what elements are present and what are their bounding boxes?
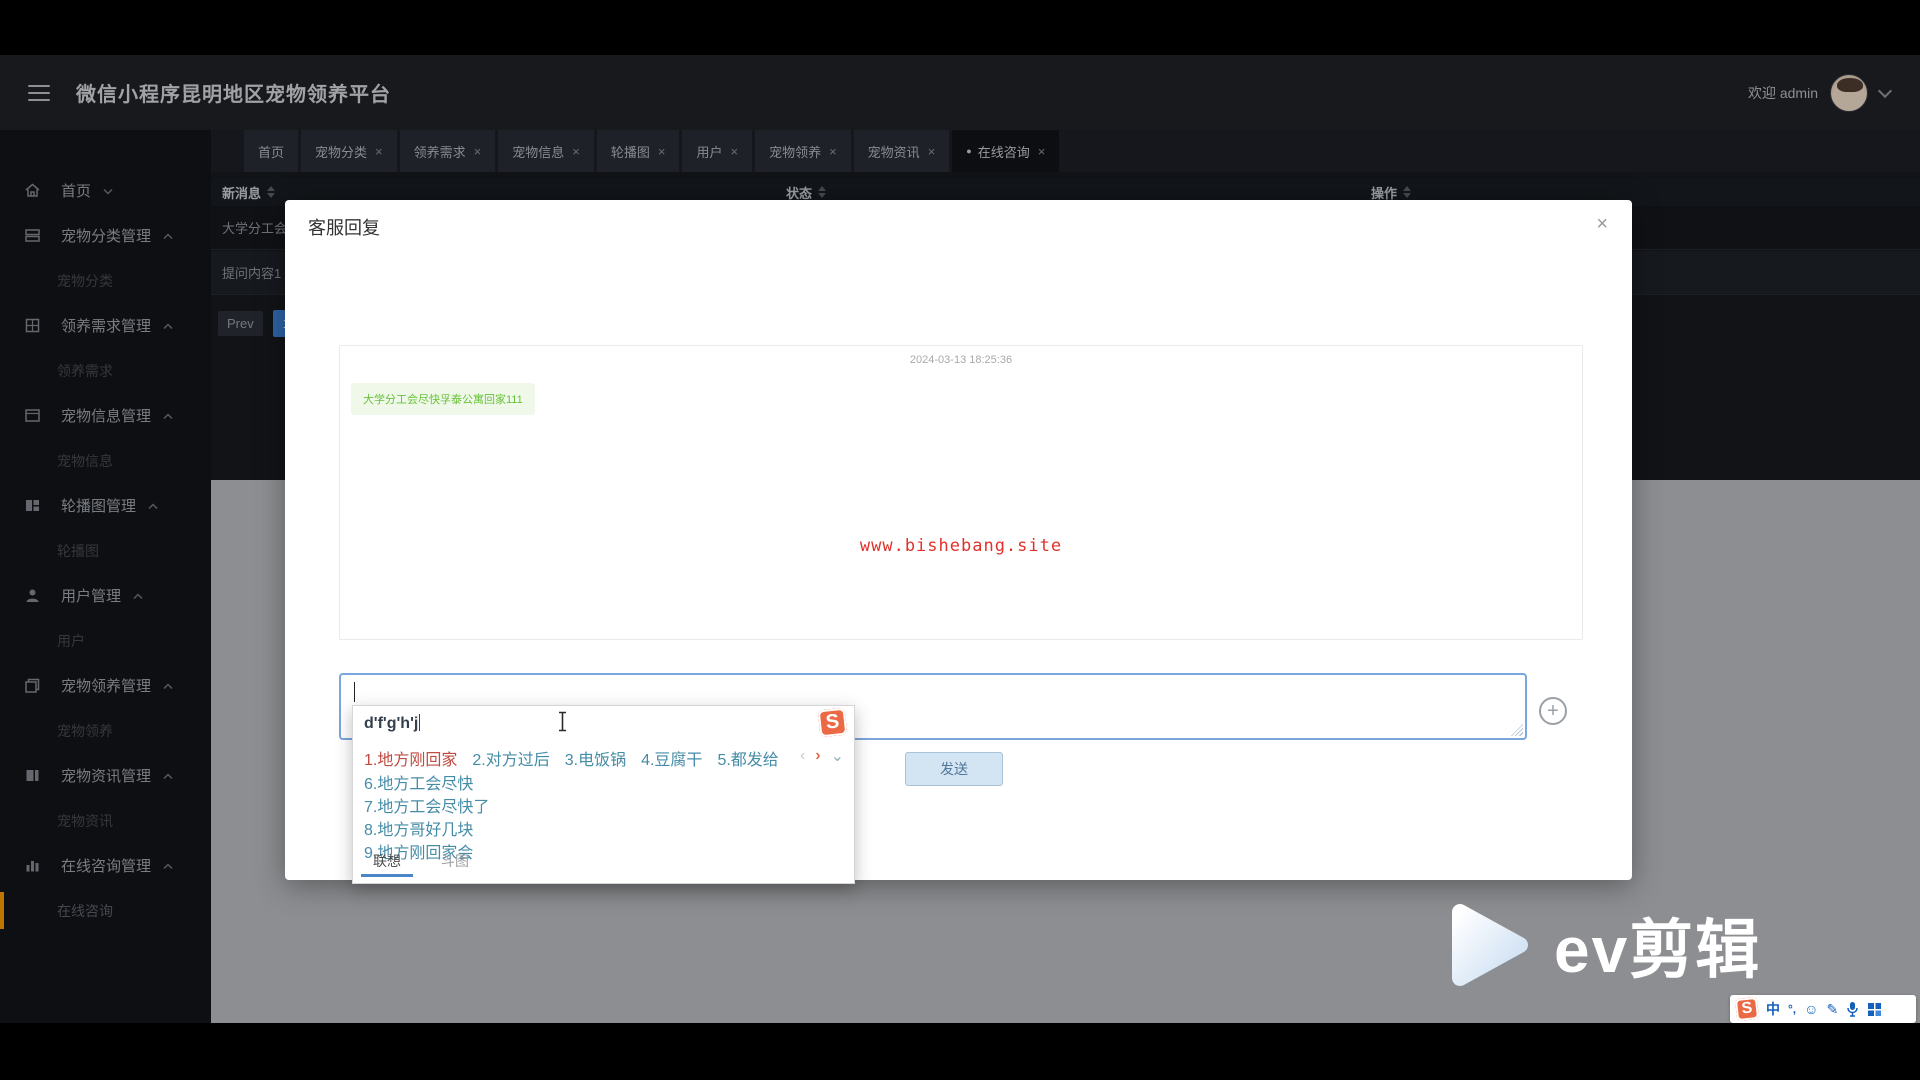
ime-candidate[interactable]: 2.对方过后 [472,746,549,770]
chat-message-bubble: 大学分工会尽快孚泰公寓回家111 [351,383,535,415]
punctuation-mode-icon[interactable]: °, [1788,1003,1796,1015]
ime-candidate[interactable]: 8.地方哥好几块 [364,816,473,840]
ibeam-cursor-icon [557,711,568,732]
plus-icon: + [1547,701,1559,721]
ime-candidate[interactable]: 6.地方工会尽快 [364,770,473,794]
ime-footer-tabs: 联想 斗图 [373,851,469,877]
ime-tab-association[interactable]: 联想 [373,851,401,877]
text-caret [354,682,355,702]
attach-button[interactable]: + [1539,697,1567,725]
sogou-logo-icon[interactable]: S [1735,997,1759,1021]
ime-page-nav: ‹ › ⌄ [800,746,844,766]
ev-brand-text: ev剪辑 [1554,899,1761,991]
letterbox-bottom [0,1023,1920,1080]
ime-candidate[interactable]: 5.都发给 [717,746,778,770]
emoji-icon[interactable]: ☺ [1804,1002,1818,1016]
next-page-icon[interactable]: › [815,747,820,765]
letterbox-top [0,0,1920,55]
microphone-icon[interactable] [1846,1001,1859,1017]
expand-icon[interactable]: ⌄ [831,746,844,766]
modal-title: 客服回复 [308,214,380,240]
chat-history-panel: 2024-03-13 18:25:36 大学分工会尽快孚泰公寓回家111 www… [339,345,1583,640]
send-button[interactable]: 发送 [905,752,1003,786]
message-timestamp: 2024-03-13 18:25:36 [340,354,1582,366]
pencil-icon[interactable]: ✎ [1826,1002,1838,1016]
ime-tab-meme[interactable]: 斗图 [441,851,469,877]
ime-composition: d'f'g'h'j [364,714,420,733]
resize-handle[interactable] [1511,724,1523,736]
sogou-language-bar: S 中 °, ☺ ✎ [1730,995,1916,1023]
ime-candidates-row: 1.地方刚回家 2.对方过后 3.电饭锅 4.豆腐干 5.都发给 [364,746,779,770]
play-icon [1448,898,1534,992]
ime-candidate[interactable]: 3.电饭锅 [565,746,626,770]
send-label: 发送 [940,759,968,779]
ime-panel: d'f'g'h'j S 1.地方刚回家 2.对方过后 3.电饭锅 4.豆腐干 5… [352,705,855,884]
toolbox-grid-icon[interactable] [1867,1002,1882,1017]
ime-candidate[interactable]: 7.地方工会尽快了 [364,793,489,817]
sogou-logo-icon: S [818,708,848,738]
close-icon[interactable]: × [1596,214,1608,234]
ime-candidate[interactable]: 4.豆腐干 [641,746,702,770]
video-watermark-url: www.bishebang.site [340,536,1582,556]
screen: 微信小程序昆明地区宠物领养平台 欢迎 admin 首页 宠物分类管理 [0,0,1920,1080]
prev-page-icon[interactable]: ‹ [800,747,805,765]
ev-editor-watermark: ev剪辑 [1448,898,1761,992]
chinese-mode-icon[interactable]: 中 [1766,1002,1780,1016]
ime-candidate[interactable]: 1.地方刚回家 [364,746,457,770]
